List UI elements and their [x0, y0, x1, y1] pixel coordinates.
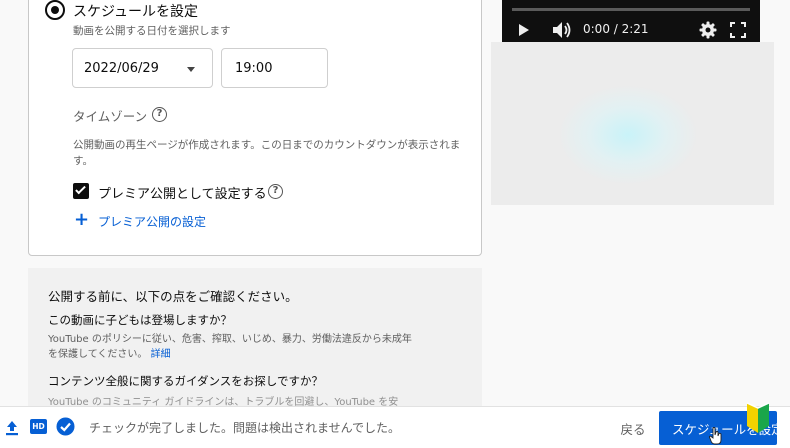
- checks-heading: 公開する前に、以下の点をご確認ください。: [48, 289, 298, 304]
- upload-dialog: スケジュールを設定 動画を公開する日付を選択します 2022/06/29 19:…: [0, 0, 790, 448]
- upload-icon[interactable]: [5, 420, 19, 436]
- date-dropdown[interactable]: 2022/06/29: [72, 48, 213, 88]
- kids-body: YouTube のポリシーに従い、危害、搾取、いじめ、暴力、労働法違反から未成年…: [48, 332, 418, 362]
- video-time-display: 0:00 / 2:21: [583, 22, 649, 36]
- checkmark-icon: [75, 183, 86, 195]
- schedule-card: [28, 0, 482, 256]
- schedule-subtitle: 動画を公開する日付を選択します: [73, 25, 231, 37]
- premiere-checkbox-label: プレミア公開として設定する: [98, 187, 267, 202]
- settings-icon[interactable]: [699, 21, 717, 39]
- radio-selected-dot: [51, 6, 59, 14]
- video-player-controls: 0:00 / 2:21: [502, 0, 760, 42]
- play-icon[interactable]: [519, 24, 529, 36]
- kids-question: この動画に子どもは登場しますか？: [48, 313, 232, 327]
- video-progress-bar[interactable]: [512, 8, 750, 11]
- footer-bar: HD チェックが完了しました。問題は検出されませんでした。 戻る スケジュールを…: [0, 406, 790, 448]
- checks-status-text: チェックが完了しました。問題は検出されませんでした。: [89, 421, 401, 435]
- hand-cursor-icon: [709, 427, 722, 445]
- guide-question: コンテンツ全般に関するガイダンスをお探しですか？: [48, 374, 323, 388]
- beginner-mark-icon: [746, 402, 770, 433]
- schedule-radio[interactable]: [45, 0, 65, 20]
- plus-icon[interactable]: +: [74, 211, 89, 229]
- date-value: 2022/06/29: [84, 61, 159, 76]
- timezone-label: タイムゾーン: [73, 109, 148, 124]
- kids-detail-link[interactable]: 詳細: [151, 349, 171, 360]
- check-circle-icon[interactable]: [56, 417, 75, 436]
- premiere-note: 公開動画の再生ページが作成されます。この日までのカウントダウンが表示されます。: [73, 139, 461, 167]
- time-field[interactable]: 19:00: [221, 48, 328, 88]
- time-value: 19:00: [235, 61, 273, 76]
- hd-icon[interactable]: HD: [30, 419, 47, 434]
- schedule-title: スケジュールを設定: [73, 4, 199, 20]
- checks-panel: 公開する前に、以下の点をご確認ください。 この動画に子どもは登場しますか？ Yo…: [28, 268, 482, 408]
- fullscreen-icon[interactable]: [730, 22, 746, 38]
- kids-body-text: YouTube のポリシーに従い、危害、搾取、いじめ、暴力、労働法違反から未成年…: [48, 334, 412, 360]
- back-button[interactable]: 戻る: [612, 415, 654, 441]
- dropdown-caret-icon: [187, 67, 195, 72]
- premiere-help-icon[interactable]: ?: [268, 184, 283, 199]
- premiere-checkbox[interactable]: [73, 183, 89, 199]
- premiere-settings-link[interactable]: プレミア公開の設定: [98, 213, 206, 230]
- timezone-help-icon[interactable]: ?: [152, 107, 167, 122]
- video-thumbnail[interactable]: [491, 42, 774, 205]
- volume-icon[interactable]: [552, 21, 572, 39]
